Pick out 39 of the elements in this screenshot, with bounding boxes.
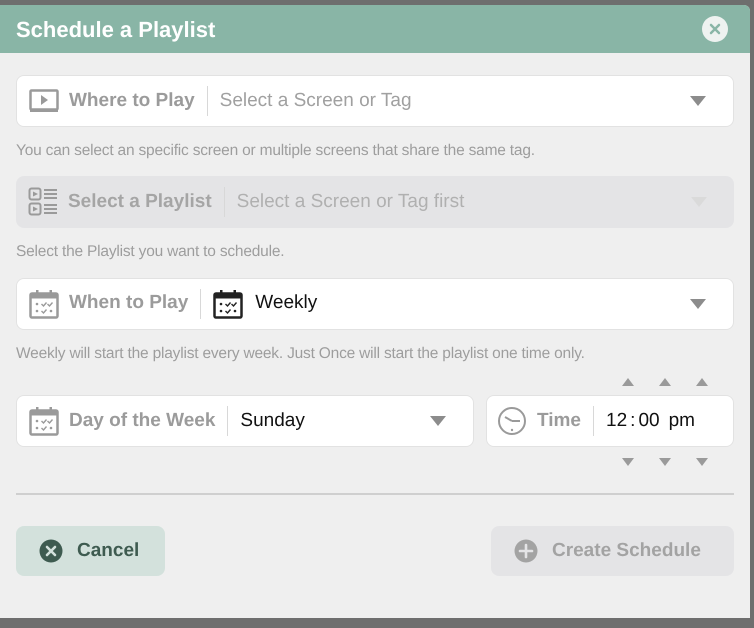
period-value[interactable]: pm — [668, 406, 695, 435]
close-button[interactable] — [702, 16, 728, 42]
increment-arrow-icon[interactable] — [658, 376, 672, 387]
cancel-button[interactable]: Cancel — [16, 526, 165, 576]
decrement-arrow-icon[interactable] — [658, 456, 672, 467]
day-select[interactable]: Day of the Week Sunday — [16, 394, 474, 447]
time-separator: : — [630, 408, 636, 432]
field-placeholder: Select a Screen or Tag — [220, 88, 412, 113]
field-value: Weekly — [255, 291, 318, 316]
dialog-title: Schedule a Playlist — [16, 16, 216, 44]
calendar-icon — [29, 406, 59, 436]
field-value: Sunday — [240, 408, 305, 432]
field-label: Time — [537, 408, 582, 432]
caret-icon — [429, 414, 447, 427]
playlist-icon — [28, 187, 58, 218]
select-field[interactable]: When to Play Weekly — [16, 278, 734, 330]
help-text: Weekly will start the playlist every week. Just Once will start the playlist one time only. — [16, 344, 586, 364]
field-label: When to Play — [69, 291, 188, 316]
video-screen-icon — [29, 89, 59, 113]
caret-icon — [689, 95, 707, 107]
help-text: Select the Playlist you want to schedule. — [16, 242, 286, 262]
caret-icon — [689, 298, 707, 310]
calendar-icon — [213, 288, 244, 318]
decrement-arrow-icon[interactable] — [695, 456, 709, 467]
close-circle-icon — [39, 538, 63, 563]
decrement-arrow-icon[interactable] — [621, 456, 635, 467]
field-label: Where to Play — [69, 88, 195, 113]
time-field[interactable]: Time 12:00 pm — [486, 394, 734, 447]
increment-arrow-icon[interactable] — [621, 376, 635, 387]
clock-icon — [497, 406, 527, 436]
increment-arrow-icon[interactable] — [695, 376, 709, 387]
field-label: Day of the Week — [69, 408, 216, 432]
close-icon — [709, 23, 721, 35]
help-text: You can select an specific screen or multiple screens that share the same tag. — [16, 141, 536, 161]
minute-value[interactable]: 00 — [638, 406, 660, 435]
plus-circle-icon — [514, 538, 538, 563]
hour-value[interactable]: 12 — [606, 406, 628, 435]
field-label: Select a Playlist — [68, 190, 212, 214]
calendar-icon — [29, 288, 59, 318]
